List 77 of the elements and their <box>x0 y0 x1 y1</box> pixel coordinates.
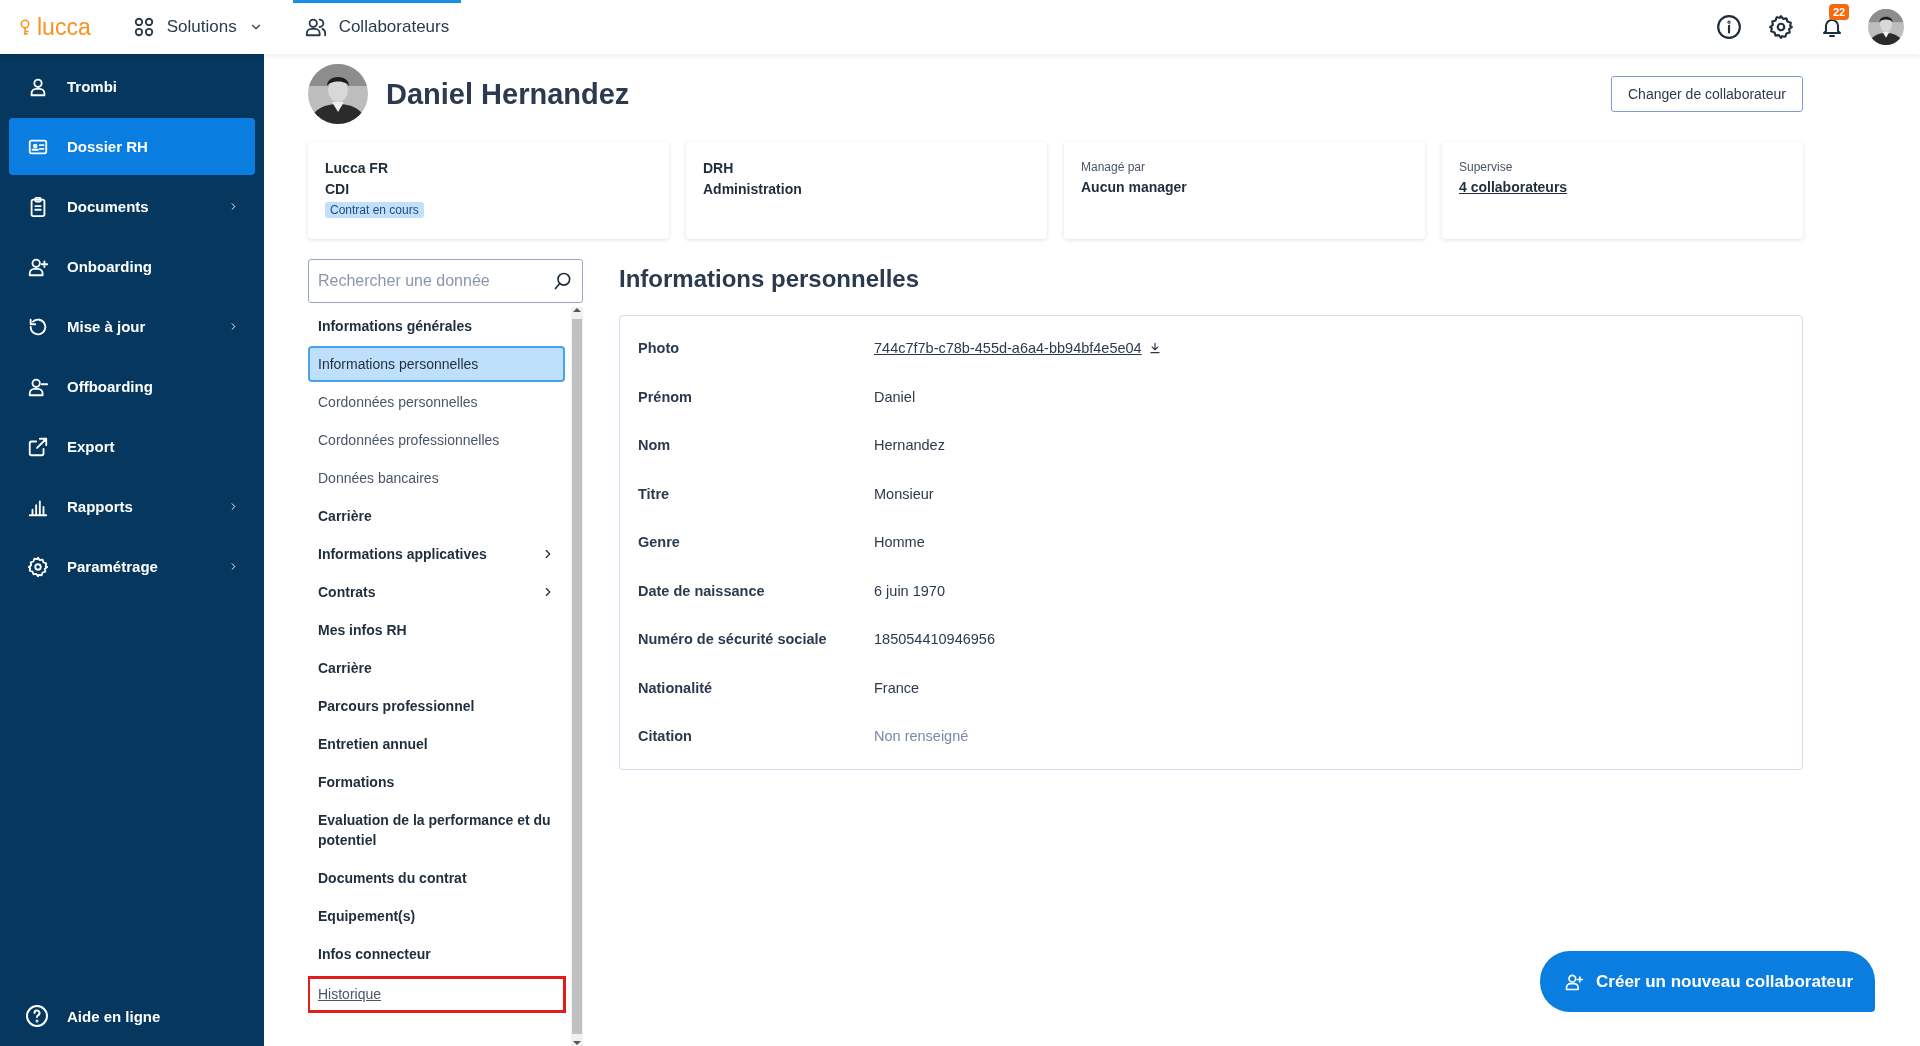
field-value: 6 juin 1970 <box>874 582 945 599</box>
card-link[interactable]: 4 collaborateurs <box>1459 179 1568 195</box>
scroll-down-icon[interactable] <box>573 1040 581 1046</box>
status-badge: Contrat en cours <box>325 202 424 218</box>
card-value: Aucun manager <box>1081 179 1187 195</box>
nav-item[interactable]: Informations personnelles <box>308 346 565 382</box>
create-employee-button[interactable]: Créer un nouveau collaborateur <box>1540 951 1875 1012</box>
sidebar-item[interactable]: Export <box>9 418 255 475</box>
field-value: 185054410946956 <box>874 631 995 648</box>
employee-name: Daniel Hernandez <box>386 77 631 111</box>
empty-value: Non renseigné <box>874 728 969 745</box>
field-label: Photo <box>638 340 681 357</box>
grid-icon <box>132 16 155 38</box>
nav-item[interactable]: Carrière <box>308 650 565 686</box>
sidebar-item[interactable]: Paramétrage <box>9 538 255 595</box>
external-link-icon <box>27 435 49 458</box>
help-icon <box>25 1004 49 1028</box>
nav-item[interactable]: Equipement(s) <box>308 898 565 934</box>
card-label: Managé par <box>1081 160 1146 174</box>
settings-icon[interactable] <box>1768 14 1794 40</box>
sidebar-item[interactable]: Onboarding <box>9 238 255 295</box>
nav-item[interactable]: Carrière <box>308 498 565 534</box>
card-label: Supervise <box>1459 160 1513 174</box>
chevron-icon <box>228 501 239 512</box>
card-value: Administration <box>703 181 802 197</box>
field-label: Nom <box>638 437 672 454</box>
sidebar-item[interactable]: Rapports <box>9 478 255 535</box>
card-value: DRH <box>703 160 734 176</box>
sidebar-item[interactable]: Dossier RH <box>9 118 255 175</box>
nav-menu[interactable]: Solutions <box>120 0 275 54</box>
field-value: Hernandez <box>874 437 945 454</box>
download-icon[interactable] <box>1147 341 1162 356</box>
change-employee-button[interactable]: Changer de collaborateur <box>1611 76 1803 112</box>
search-icon <box>553 271 573 291</box>
card-value: CDI <box>325 181 350 197</box>
field-label: Nationalité <box>638 679 714 696</box>
settings-icon <box>27 555 49 578</box>
nav-item[interactable]: Informations générales <box>308 308 565 344</box>
nav-item[interactable]: Cordonnées personnelles <box>308 384 565 420</box>
nav-item[interactable]: Contrats <box>308 574 565 610</box>
info-icon[interactable] <box>1716 14 1742 40</box>
people-icon <box>304 16 327 38</box>
file-link[interactable]: 744c7f7b-c78b-455d-a6a4-bb94bf4e5e04 <box>874 340 1142 357</box>
sidebar-item[interactable]: Trombi <box>9 58 255 115</box>
field-label: Citation <box>638 728 693 745</box>
nav-item[interactable]: Cordonnées professionnelles <box>308 422 565 458</box>
scroll-up-icon[interactable] <box>573 307 581 313</box>
search-field[interactable]: Rechercher une donnée <box>308 259 583 303</box>
field-label: Genre <box>638 534 681 551</box>
section-title: Informations personnelles <box>619 265 921 293</box>
history-link[interactable]: Historique <box>308 977 565 1012</box>
sidebar-item[interactable]: Offboarding <box>9 358 255 415</box>
field-value: Daniel <box>874 388 916 405</box>
sidebar-item[interactable]: Mise à jour <box>9 298 255 355</box>
field-value: Monsieur <box>874 485 934 502</box>
card-value: Lucca FR <box>325 160 388 176</box>
nav-item[interactable]: Données bancaires <box>308 460 565 496</box>
help-link[interactable]: Aide en ligne <box>9 1000 255 1046</box>
nav-item[interactable]: Parcours professionnel <box>308 688 565 724</box>
field-label: Titre <box>638 485 671 502</box>
field-label: Prénom <box>638 388 693 405</box>
scrollbar[interactable] <box>571 307 583 1046</box>
nav-item[interactable]: Mes infos RH <box>308 612 565 648</box>
nav-item[interactable]: Entretien annuel <box>308 726 565 762</box>
nav-item[interactable]: Informations applicatives <box>308 536 565 572</box>
nav-item[interactable]: Evaluation de la performance et du potentiel <box>308 802 565 858</box>
nav-item[interactable]: Formations <box>308 764 565 800</box>
nav-item[interactable]: Documents du contrat <box>308 860 565 896</box>
field-label: Date de naissance <box>638 582 766 599</box>
nav-menu[interactable]: Collaborateurs <box>292 0 462 54</box>
notification-badge: 22 <box>1829 4 1850 20</box>
nav-item[interactable]: Infos connecteur <box>308 936 565 972</box>
field-value: Homme <box>874 534 925 551</box>
field-value: France <box>874 679 920 696</box>
sidebar-item[interactable]: Documents <box>9 178 255 235</box>
user-avatar[interactable] <box>1868 9 1904 45</box>
field-label: Numéro de sécurité sociale <box>638 631 828 648</box>
